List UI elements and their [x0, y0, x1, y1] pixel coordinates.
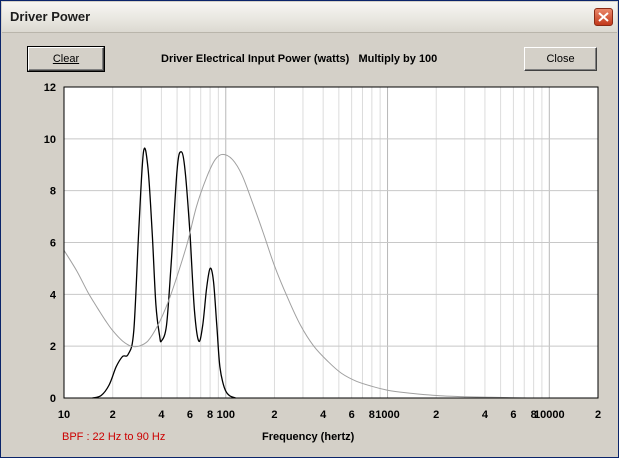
- x-tick-label: 4: [158, 409, 165, 421]
- driver-power-window: Driver Power Clear Driver Electrical Inp…: [0, 0, 619, 458]
- x-tick-label: 100: [217, 409, 235, 421]
- y-tick-label: 12: [44, 82, 56, 94]
- x-tick-label: 4: [320, 409, 327, 421]
- x-tick-label: 8: [207, 409, 213, 421]
- close-x-glyph-icon: [598, 12, 609, 22]
- x-tick-label: 6: [510, 409, 516, 421]
- x-tick-label: 2: [595, 409, 601, 421]
- x-tick-label: 10: [58, 409, 70, 421]
- y-tick-label: 2: [50, 341, 56, 353]
- x-tick-label: 8: [369, 409, 375, 421]
- client-area: Clear Driver Electrical Input Power (wat…: [4, 33, 617, 457]
- x-tick-label: 10000: [534, 409, 565, 421]
- y-tick-label: 4: [50, 289, 57, 301]
- x-tick-label: 4: [482, 409, 489, 421]
- y-tick-label: 8: [50, 186, 56, 198]
- x-tick-label: 2: [271, 409, 277, 421]
- x-axis-label: Frequency (hertz): [262, 431, 355, 443]
- x-tick-label: 2: [433, 409, 439, 421]
- window-title: Driver Power: [10, 9, 91, 24]
- title-bar[interactable]: Driver Power: [2, 2, 617, 33]
- x-tick-label: 6: [187, 409, 193, 421]
- close-x-icon[interactable]: [594, 8, 613, 26]
- y-tick-label: 0: [50, 393, 56, 405]
- bpf-note: BPF : 22 Hz to 90 Hz: [62, 431, 166, 443]
- x-tick-label: 1000: [375, 409, 399, 421]
- x-tick-label: 2: [110, 409, 116, 421]
- y-tick-label: 6: [50, 238, 56, 250]
- power-chart: 02468101210 2 4 6 8 100 2 4 6 8 1000 2 4 6 810000 2: [44, 82, 601, 421]
- y-tick-label: 10: [44, 134, 56, 146]
- x-tick-label: 6: [349, 409, 355, 421]
